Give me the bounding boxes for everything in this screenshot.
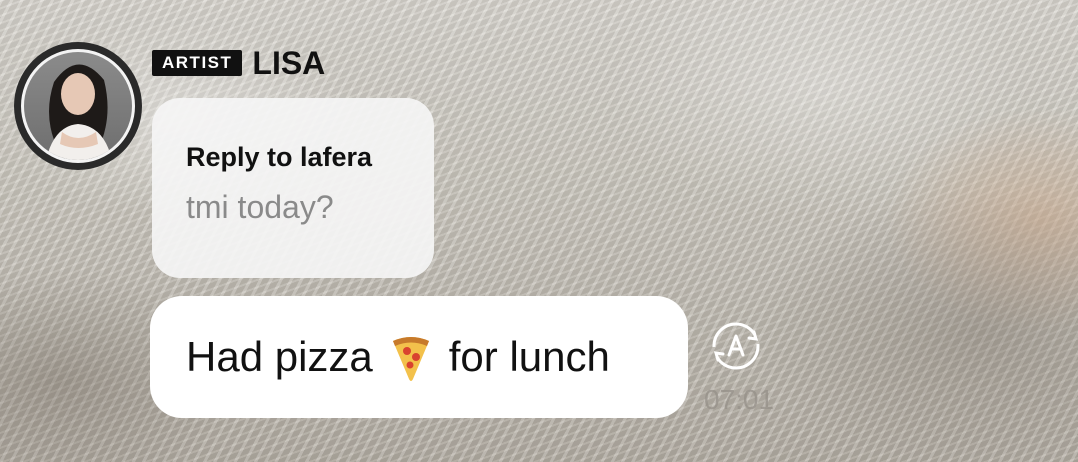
artist-badge: ARTIST — [152, 50, 243, 76]
avatar-figure — [46, 64, 112, 160]
reply-title: Reply to lafera — [186, 142, 373, 172]
message-text-end: for lunch — [448, 333, 610, 380]
avatar-photo — [21, 49, 135, 163]
message-timestamp: 07:01 — [704, 384, 775, 415]
avatar[interactable] — [14, 42, 142, 170]
reply-quote-bubble[interactable]: Reply to lafera tmi today? — [152, 98, 434, 278]
translate-icon[interactable] — [712, 322, 760, 370]
sender-header: ARTIST LISA — [152, 45, 325, 82]
message-bubble[interactable]: Had pizza for lunch — [150, 296, 688, 418]
message-text-start: Had pizza — [186, 333, 373, 380]
pizza-emoji — [385, 331, 437, 383]
sender-name[interactable]: LISA — [252, 45, 325, 82]
reply-text: tmi today? — [186, 189, 334, 225]
